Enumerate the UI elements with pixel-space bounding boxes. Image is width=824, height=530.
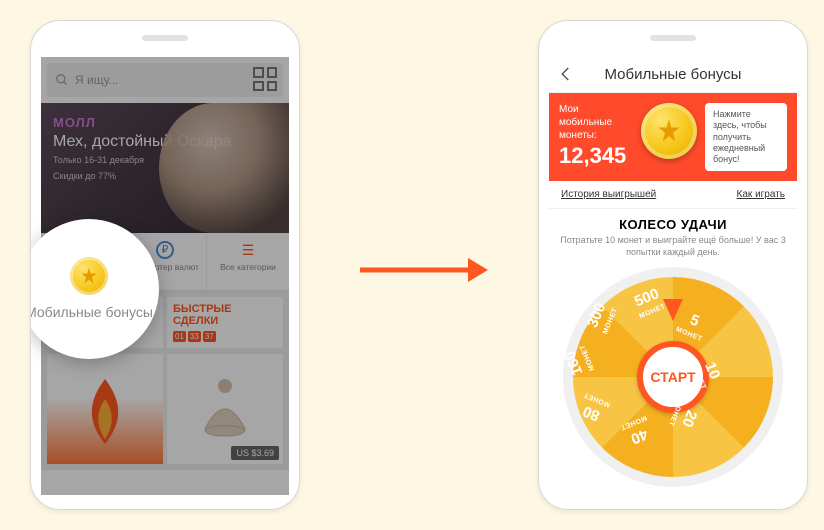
coins-block: Мои мобильные монеты: 12,345 <box>559 103 633 171</box>
phone-left-frame: Я ищу... МОЛЛ Мех, достойный Оскара Толь… <box>30 20 300 510</box>
list-icon: ☰ <box>239 241 257 259</box>
hat-icon <box>190 374 260 444</box>
product-row: US $3.69 <box>41 354 289 470</box>
timer-ss: 37 <box>203 331 216 342</box>
wheel-section: КОЛЕСО УДАЧИ Потратьте 10 монет и выигра… <box>549 209 797 486</box>
arrow-icon <box>360 255 490 290</box>
phone-speaker <box>142 35 188 41</box>
flame-icon <box>75 369 135 449</box>
nav-categories[interactable]: ☰ Все категории <box>207 233 289 290</box>
wheel-subtitle: Потратьте 10 монет и выиграйте ещё больш… <box>559 235 787 258</box>
wedge-80: 80МОНЕТ <box>561 383 627 431</box>
nav-categories-label: Все категории <box>220 262 276 272</box>
wheel-wrap: СТАРТ 5МОНЕТ10МОНЕТ20МОНЕТ40МОНЕТ80МОНЕТ… <box>563 267 783 487</box>
hero-image <box>159 103 289 233</box>
phone-right-screen: Мобильные бонусы Мои мобильные монеты: 1… <box>549 57 797 495</box>
hero-banner[interactable]: МОЛЛ Мех, достойный Оскара Только 16-31 … <box>41 103 289 233</box>
coins-label: Мои мобильные монеты: <box>559 103 633 142</box>
wheel-pointer-icon <box>663 299 683 321</box>
search-placeholder: Я ищу... <box>75 73 119 87</box>
product-hat-price: US $3.69 <box>231 446 279 460</box>
links-row: История выигрышей Как играть <box>549 181 797 209</box>
timer-hh: 01 <box>173 331 186 342</box>
wedge-300: 300МОНЕТ <box>578 284 626 350</box>
history-link[interactable]: История выигрышей <box>561 189 656 200</box>
howto-link[interactable]: Как играть <box>737 189 785 200</box>
wheel-title: КОЛЕСО УДАЧИ <box>559 217 787 232</box>
header-bar: Мобильные бонусы <box>549 57 797 93</box>
qr-icon[interactable] <box>253 67 277 91</box>
coin-icon <box>70 257 108 295</box>
wheel-start-label: СТАРТ <box>650 369 695 385</box>
back-icon[interactable] <box>557 65 575 83</box>
daily-bonus-tip[interactable]: Нажмите здесь, чтобы получить ежедневный… <box>705 103 787 171</box>
deals-title: БЫСТРЫЕ СДЕЛКИ <box>173 303 277 327</box>
phone-right-frame: Мобильные бонусы Мои мобильные монеты: 1… <box>538 20 808 510</box>
coin-big-icon[interactable] <box>641 103 697 159</box>
search-icon <box>55 73 69 87</box>
deals-timer: 01 33 37 <box>173 331 277 342</box>
search-bar[interactable]: Я ищу... <box>47 63 283 97</box>
fortune-wheel[interactable]: СТАРТ 5МОНЕТ10МОНЕТ20МОНЕТ40МОНЕТ80МОНЕТ… <box>563 267 783 487</box>
ruble-icon: ₽ <box>156 241 174 259</box>
phone-speaker <box>650 35 696 41</box>
bonus-callout-label: Мобильные бонусы <box>30 303 153 321</box>
flash-deals-card[interactable]: БЫСТРЫЕ СДЕЛКИ 01 33 37 <box>167 297 283 348</box>
page-title: Мобильные бонусы <box>549 66 797 83</box>
coins-panel: Мои мобильные монеты: 12,345 Нажмите зде… <box>549 93 797 181</box>
coins-value: 12,345 <box>559 142 633 171</box>
product-hat[interactable]: US $3.69 <box>167 354 283 464</box>
product-fire[interactable] <box>47 354 163 464</box>
timer-mm: 33 <box>188 331 201 342</box>
